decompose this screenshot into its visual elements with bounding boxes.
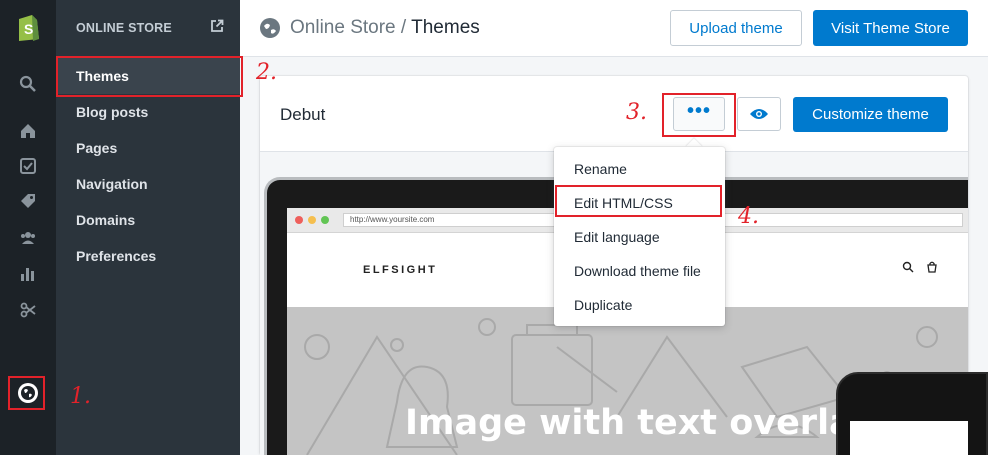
phone-screen — [850, 421, 968, 455]
breadcrumb-separator: / — [395, 17, 412, 38]
breadcrumb: Online Store / Themes — [290, 17, 480, 39]
annotation-box-3 — [662, 93, 736, 137]
discounts-icon[interactable] — [17, 299, 39, 321]
shopify-logo-icon[interactable]: S — [15, 12, 41, 42]
customize-theme-button[interactable]: Customize theme — [793, 97, 948, 132]
annotation-box-4 — [555, 185, 722, 217]
top-header: Online Store / Themes Upload theme Visit… — [240, 0, 988, 57]
external-link-icon[interactable] — [210, 19, 224, 38]
site-logo: ELFSIGHT — [363, 264, 438, 276]
products-icon[interactable] — [17, 190, 39, 212]
sidebar-item-pages[interactable]: Pages — [76, 140, 117, 156]
annotation-label-2: 2. — [256, 60, 277, 85]
svg-text:S: S — [24, 21, 33, 37]
annotation-label-3: 3. — [626, 100, 647, 125]
eye-icon — [750, 109, 768, 119]
upload-theme-button[interactable]: Upload theme — [670, 10, 802, 46]
annotation-label-4: 4. — [738, 204, 759, 229]
cart-icon — [927, 261, 937, 273]
customers-icon[interactable] — [17, 227, 39, 249]
maximize-dot-icon — [321, 216, 329, 224]
search-icon — [902, 261, 914, 273]
theme-name: Debut — [280, 105, 326, 124]
breadcrumb-parent[interactable]: Online Store — [290, 17, 396, 38]
minimize-dot-icon — [308, 216, 316, 224]
nav-section-title: ONLINE STORE — [76, 21, 172, 35]
home-icon[interactable] — [17, 120, 39, 142]
visit-theme-store-button[interactable]: Visit Theme Store — [813, 10, 968, 46]
annotation-box-1 — [8, 376, 45, 410]
preview-button[interactable] — [737, 97, 781, 131]
menu-item-duplicate[interactable]: Duplicate — [574, 297, 632, 313]
sidebar-item-navigation[interactable]: Navigation — [76, 176, 148, 192]
menu-item-rename[interactable]: Rename — [574, 161, 627, 177]
theme-actions-menu: Rename Edit HTML/CSS Edit language Downl… — [554, 147, 725, 326]
annotation-box-2 — [56, 56, 243, 97]
menu-item-edit-language[interactable]: Edit language — [574, 229, 660, 245]
sidebar-item-blog-posts[interactable]: Blog posts — [76, 104, 148, 120]
annotation-label-1: 1. — [70, 384, 91, 409]
page-title: Themes — [411, 17, 480, 38]
orders-icon[interactable] — [17, 155, 39, 177]
search-icon[interactable] — [17, 73, 39, 95]
sidebar-item-domains[interactable]: Domains — [76, 212, 135, 228]
hero-heading: Image with text overlay — [405, 403, 875, 443]
sidebar-item-preferences[interactable]: Preferences — [76, 248, 156, 264]
online-store-breadcrumb-icon — [259, 17, 281, 44]
close-dot-icon — [295, 216, 303, 224]
menu-item-download-theme-file[interactable]: Download theme file — [574, 263, 701, 279]
analytics-icon[interactable] — [17, 263, 39, 285]
